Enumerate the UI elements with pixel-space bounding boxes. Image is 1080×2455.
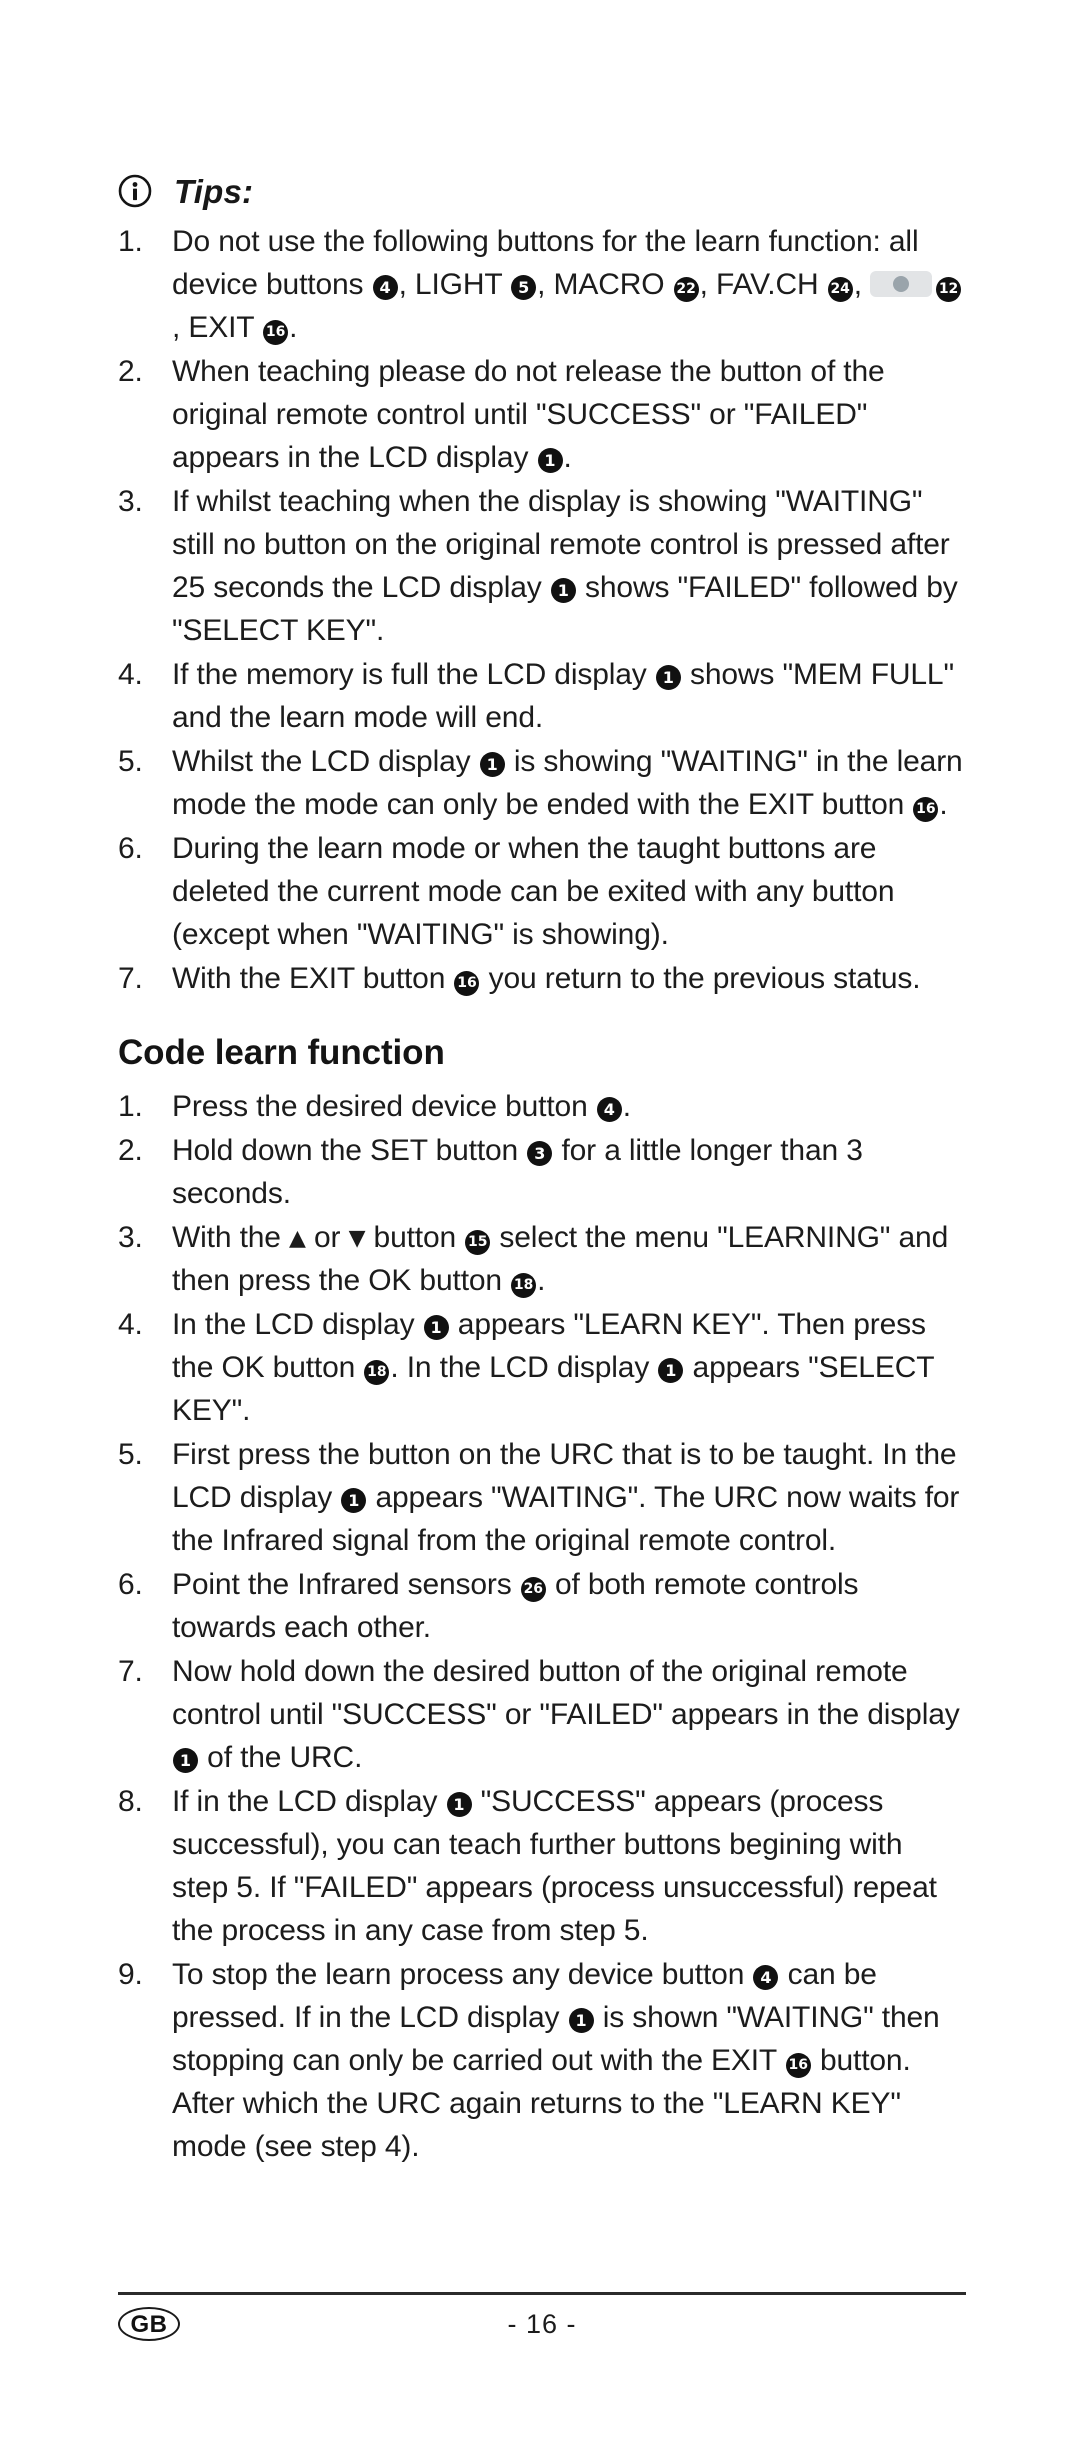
list-item-text: Now hold down the desired button of the … <box>172 1654 960 1774</box>
reference-marker-1: 1 <box>550 578 576 603</box>
list-item: 6. During the learn mode or when the taug… <box>118 827 963 956</box>
reference-marker-1: 1 <box>173 1747 198 1773</box>
list-item-number: 5. <box>118 745 143 778</box>
list-item-number: 8. <box>118 1784 143 1818</box>
list-item-number: 6. <box>118 1567 143 1601</box>
reference-marker-1: 1 <box>658 1357 684 1383</box>
list-item-text: If in the LCD display 1 "SUCCESS" appear… <box>172 1784 937 1947</box>
code-learn-list: 1. Press the desired device button 4. 2. Ho… <box>118 1085 963 2168</box>
list-item-text: Press the desired device button 4. <box>172 1089 631 1123</box>
list-item: 7. With the EXIT button 16 you return to … <box>118 957 963 1000</box>
tips-title: Tips: <box>174 172 254 210</box>
reference-marker-22: 22 <box>673 277 699 302</box>
list-item: 4. If the memory is full the LCD display … <box>118 653 963 739</box>
up-triangle-icon: ▲ <box>289 1225 306 1251</box>
list-item-number: 4. <box>118 658 143 691</box>
list-item-number: 3. <box>118 485 143 518</box>
list-item-text: Whilst the LCD display 1 is showing "WAI… <box>172 745 963 822</box>
list-item-number: 7. <box>118 962 143 995</box>
reference-marker-1: 1 <box>423 1314 449 1340</box>
reference-marker-18: 18 <box>511 1272 537 1298</box>
reference-marker-1: 1 <box>655 665 681 690</box>
list-item-text: In the LCD display 1 appears "LEARN KEY"… <box>172 1307 934 1427</box>
list-item-text: During the learn mode or when the taught… <box>172 832 895 951</box>
reference-marker-16: 16 <box>785 2052 811 2078</box>
reference-marker-16: 16 <box>263 320 289 345</box>
list-item-text: To stop the learn process any device but… <box>172 1957 940 2163</box>
reference-marker-1: 1 <box>537 448 563 473</box>
page-number: - 16 - <box>507 2309 577 2339</box>
list-item-text: Do not use the following buttons for the… <box>172 225 962 345</box>
down-triangle-icon: ▼ <box>348 1225 366 1251</box>
reference-marker-26: 26 <box>520 1576 546 1602</box>
list-item: 3. With the ▲ or ▼ button 15 select the m… <box>118 1216 963 1302</box>
list-item: 2. When teaching please do not release th… <box>118 350 963 479</box>
reference-marker-4: 4 <box>596 1096 622 1122</box>
list-item: 8. If in the LCD display 1 "SUCCESS" appe… <box>118 1780 963 1952</box>
reference-marker-18: 18 <box>364 1359 390 1385</box>
list-item: 7. Now hold down the desired button of th… <box>118 1650 963 1779</box>
tips-heading: Tips: <box>118 168 963 214</box>
list-item: 1. Do not use the following buttons for t… <box>118 220 963 349</box>
list-item: 1. Press the desired device button 4. <box>118 1085 963 1128</box>
footer-row: GB - 16 - <box>118 2303 966 2357</box>
reference-marker-4: 4 <box>372 275 398 300</box>
reference-marker-12: 12 <box>936 277 962 302</box>
reference-marker-16: 16 <box>913 797 939 822</box>
reference-marker-5: 5 <box>511 275 537 300</box>
list-item: 4. In the LCD display 1 appears "LEARN KE… <box>118 1303 963 1432</box>
list-item-number: 1. <box>118 225 143 258</box>
manual-page: Tips: 1. Do not use the following buttons… <box>0 0 1080 2455</box>
page-content: Tips: 1. Do not use the following buttons… <box>118 168 963 2169</box>
list-item-text: If the memory is full the LCD display 1 … <box>172 658 954 734</box>
list-item-text: Point the Infrared sensors 26 of both re… <box>172 1567 859 1644</box>
reference-marker-1: 1 <box>568 2007 594 2033</box>
list-item-number: 4. <box>118 1307 143 1341</box>
list-item: 9. To stop the learn process any device b… <box>118 1953 963 2168</box>
list-item-text: First press the button on the URC that i… <box>172 1437 960 1557</box>
list-item: 5. Whilst the LCD display 1 is showing "W… <box>118 740 963 826</box>
list-item-number: 3. <box>118 1220 143 1254</box>
footer-divider <box>118 2292 966 2295</box>
reference-marker-15: 15 <box>465 1229 491 1255</box>
list-item-text: With the ▲ or ▼ button 15 select the men… <box>172 1220 949 1298</box>
info-circle-icon <box>118 174 152 208</box>
list-item-text: When teaching please do not release the … <box>172 355 885 474</box>
list-item-number: 1. <box>118 1089 143 1123</box>
list-item-number: 6. <box>118 832 143 865</box>
reference-marker-1: 1 <box>446 1791 472 1817</box>
list-item-number: 7. <box>118 1654 143 1688</box>
list-item: 3. If whilst teaching when the display is… <box>118 480 963 652</box>
reference-marker-3: 3 <box>527 1140 553 1166</box>
reference-marker-16: 16 <box>454 971 480 996</box>
reference-marker-4: 4 <box>753 1964 779 1990</box>
list-item: 5. First press the button on the URC that… <box>118 1433 963 1562</box>
reference-marker-24: 24 <box>827 277 853 302</box>
reference-marker-1: 1 <box>479 752 505 777</box>
round-button-graphic <box>870 271 933 297</box>
list-item-text: If whilst teaching when the display is s… <box>172 485 958 647</box>
list-item-number: 9. <box>118 1957 143 1991</box>
list-item-text: Hold down the SET button 3 for a little … <box>172 1133 863 1210</box>
page-footer: GB - 16 - <box>118 2292 966 2357</box>
list-item-number: 5. <box>118 1437 143 1471</box>
tips-list: 1. Do not use the following buttons for t… <box>118 220 963 1000</box>
list-item-text: With the EXIT button 16 you return to th… <box>172 962 921 996</box>
list-item-number: 2. <box>118 1133 143 1167</box>
list-item: 6. Point the Infrared sensors 26 of both … <box>118 1563 963 1649</box>
reference-marker-1: 1 <box>341 1487 367 1513</box>
list-item-number: 2. <box>118 355 143 388</box>
code-learn-heading: Code learn function <box>118 1033 445 1072</box>
list-item: 2. Hold down the SET button 3 for a littl… <box>118 1129 963 1215</box>
